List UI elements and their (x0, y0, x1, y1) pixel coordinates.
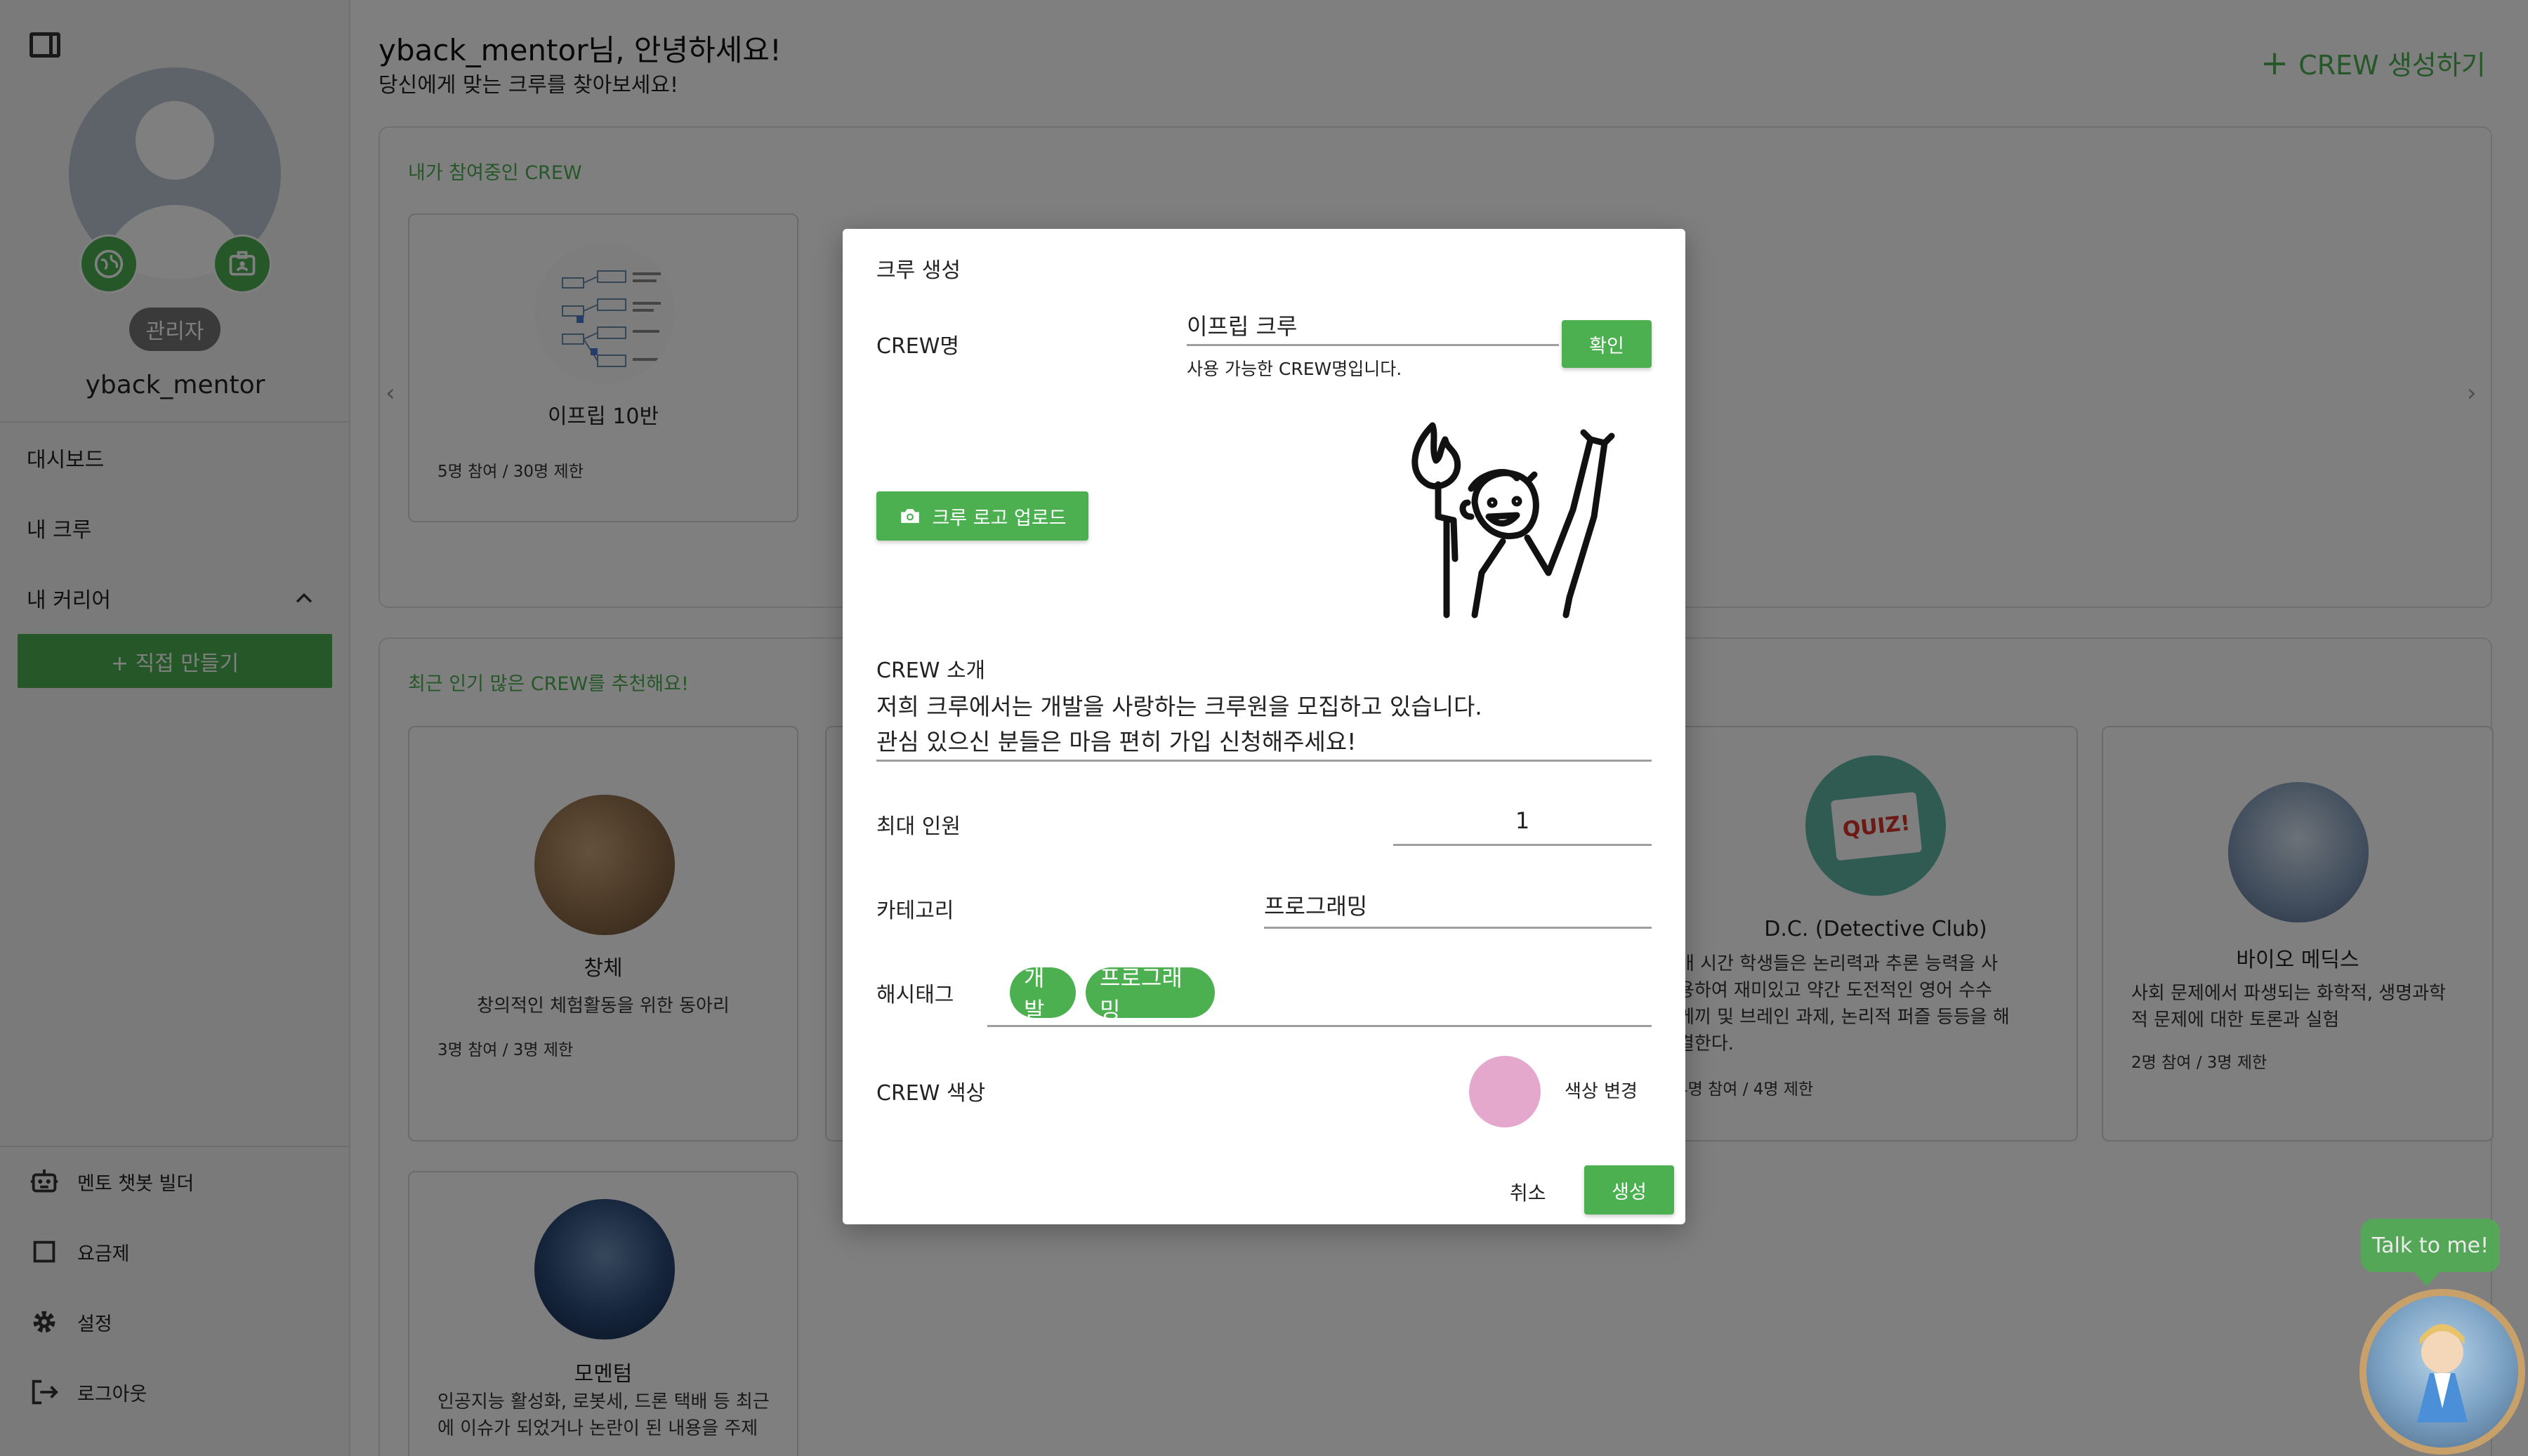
chatbot-bubble[interactable]: Talk to me! (2361, 1219, 2500, 1286)
crew-name-input[interactable]: 이프립 크루 (1187, 309, 1297, 341)
intro-textarea[interactable]: 저희 크루에서는 개발을 사랑하는 크루원을 모집하고 있습니다. 관심 있으신… (876, 689, 1482, 760)
color-change-button[interactable]: 색상 변경 (1565, 1077, 1638, 1103)
cancel-button[interactable]: 취소 (1510, 1178, 1546, 1206)
max-members-underline (1393, 844, 1652, 846)
crew-name-underline (1187, 344, 1559, 346)
chatbot-avatar[interactable] (2359, 1289, 2525, 1455)
intro-label: CREW 소개 (876, 658, 986, 683)
max-members-label: 최대 인원 (876, 814, 961, 839)
hashtag-underline (987, 1025, 1652, 1027)
category-select[interactable]: 프로그래밍 (1264, 889, 1367, 921)
logo-upload-button[interactable]: 크루 로고 업로드 (876, 491, 1088, 541)
intro-line: 관심 있으신 분들은 마음 편히 가입 신청해주세요! (876, 728, 1357, 755)
hashtag-chip[interactable]: 프로그래밍 (1086, 965, 1215, 1024)
hashtag-label: 해시태그 (876, 983, 954, 1007)
intro-underline (876, 760, 1652, 762)
color-swatch[interactable] (1469, 1056, 1541, 1127)
camera-icon (901, 509, 920, 523)
hashtag-chip[interactable]: 개발 (1010, 965, 1076, 1024)
create-crew-dialog: 크루 생성 CREW명 이프립 크루 확인 사용 가능한 CREW명입니다. 크… (843, 229, 1685, 1224)
category-underline (1264, 927, 1652, 929)
logo-upload-label: 크루 로고 업로드 (932, 507, 1067, 529)
color-label: CREW 색상 (876, 1081, 986, 1106)
crew-name-label: CREW명 (876, 334, 960, 359)
crew-name-status: 사용 가능한 CREW명입니다. (1187, 359, 1402, 379)
crew-logo-preview-icon (1411, 422, 1615, 618)
max-members-input[interactable]: 1 (1393, 807, 1652, 834)
dialog-title: 크루 생성 (876, 258, 961, 283)
category-label: 카테고리 (876, 899, 954, 923)
confirm-name-button[interactable]: 확인 (1562, 320, 1652, 368)
intro-line: 저희 크루에서는 개발을 사랑하는 크루원을 모집하고 있습니다. (876, 693, 1482, 720)
create-button[interactable]: 생성 (1584, 1165, 1674, 1215)
